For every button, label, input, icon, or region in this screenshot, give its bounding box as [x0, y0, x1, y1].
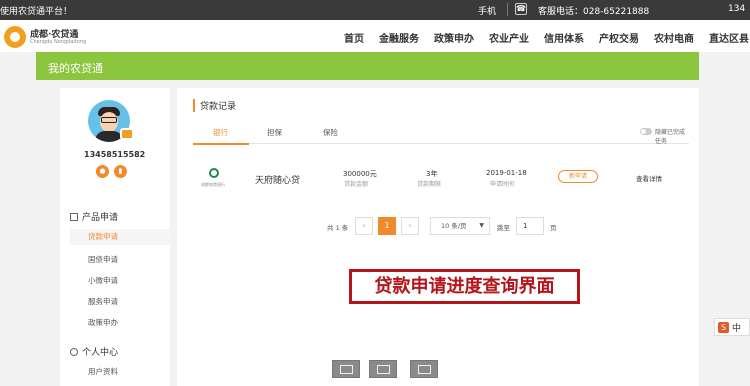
sidebar-item-bond-apply[interactable]: 国债申请 [88, 254, 118, 265]
top-bar: 使用农贷通平台！ 手机 ☎ 客服电话：028-65221888 134 [0, 0, 750, 20]
sidebar-item-policy-apply[interactable]: 政策申办 [88, 317, 118, 328]
active-tab-indicator [193, 143, 249, 145]
frame-icon [340, 365, 353, 374]
apply-date-label: 申请时间 [490, 181, 515, 188]
menu-group-personal: 个人中心 [70, 345, 118, 358]
user-account[interactable]: 134 [728, 4, 745, 14]
menu-group-label: 产品申请 [82, 213, 119, 223]
loan-amount-label: 贷款金额 [344, 181, 369, 188]
sidebar-item-service-apply[interactable]: 服务申请 [88, 296, 118, 307]
table-row: 成都农商银行 天府随心贷 300000元 贷款金额 3年 贷款期限 2019-0… [193, 158, 689, 198]
list-icon [70, 213, 78, 221]
hide-completed-toggle[interactable] [640, 128, 652, 135]
tab-bank[interactable]: 银行 [213, 127, 228, 138]
toggle-label: 隐藏已完成任务 [655, 129, 686, 145]
view-detail-link[interactable]: 查看详情 [636, 173, 662, 183]
logo-icon[interactable] [4, 26, 26, 48]
banner-title: 我的农贷通 [48, 62, 103, 75]
product-name: 天府随心贷 [255, 176, 301, 186]
nav-item-industry[interactable]: 农业产业 [489, 30, 529, 45]
main-panel: 贷款记录 银行 担保 保险 隐藏已完成任务 成都农商银行 天府随心贷 30000… [177, 88, 699, 386]
divider [507, 3, 508, 16]
nav-item-policy[interactable]: 政策申办 [434, 30, 474, 45]
record-tabs: 银行 担保 保险 隐藏已完成任务 [193, 124, 689, 145]
ime-toolbar[interactable]: S 中 [714, 318, 750, 336]
sidebar-item-user-profile[interactable]: 用户资料 [88, 366, 118, 377]
bank-name: 成都农商银行 [201, 182, 225, 187]
sidebar: 13458515582 ● ▮ 产品申请 贷款申请 国债申请 小微申请 服务申请… [60, 88, 170, 386]
user-phone: 13458515582 [84, 150, 146, 159]
caption-banner: 贷款申请进度查询界面 [349, 269, 580, 304]
apply-date: 2019-01-18 [486, 169, 527, 177]
menu-group-label: 个人中心 [82, 348, 119, 358]
viewer-fit-button[interactable] [369, 360, 397, 378]
tab-insurance[interactable]: 保险 [323, 127, 338, 138]
page-size-value: 10 条/页 [441, 222, 467, 230]
panel-title: 贷款记录 [193, 99, 236, 112]
nav-item-home[interactable]: 首页 [344, 30, 364, 45]
loan-amount: 300000元 [343, 170, 377, 178]
prev-page-button[interactable]: ‹ [355, 217, 373, 235]
page-unit-label: 页 [550, 224, 557, 232]
avatar-body [95, 131, 123, 142]
total-count: 共 1 条 [327, 224, 349, 232]
status-badge: 新申请 [558, 170, 598, 183]
sidebar-item-micro-apply[interactable]: 小微申请 [88, 275, 118, 286]
hotline-text: 客服电话：028-65221888 [538, 7, 650, 17]
main-nav: 首页 金融服务 政策申办 农业产业 信用体系 产权交易 农村电商 直达区县 [344, 30, 750, 45]
camera-icon[interactable] [120, 128, 134, 140]
nav-item-property[interactable]: 产权交易 [599, 30, 639, 45]
menu-group-products: 产品申请 [70, 210, 118, 223]
viewer-prev-button[interactable] [332, 360, 360, 378]
viewer-export-button[interactable] [410, 360, 438, 378]
user-icon [70, 348, 78, 356]
loan-term-label: 贷款期限 [417, 181, 442, 188]
page-size-select[interactable]: 10 条/页 ▼ [430, 217, 490, 235]
fit-screen-icon [377, 365, 390, 374]
nav-item-credit[interactable]: 信用体系 [544, 30, 584, 45]
sidebar-item-loan-apply[interactable]: 贷款申请 [70, 229, 170, 245]
chevron-down-icon: ▼ [479, 222, 484, 229]
ime-logo-icon: S [718, 322, 729, 333]
mobile-link[interactable]: 手机 [478, 4, 496, 17]
tab-guarantee[interactable]: 担保 [267, 127, 282, 138]
avatar-glasses [101, 117, 117, 123]
page-banner: 我的农贷通 [36, 52, 699, 80]
profile-icon[interactable]: ● [96, 165, 109, 178]
page-button-current[interactable]: 1 [378, 217, 396, 235]
nav-item-ecommerce[interactable]: 农村电商 [654, 30, 694, 45]
export-icon [418, 365, 431, 374]
document-icon[interactable]: ▮ [114, 165, 127, 178]
phone-icon: ☎ [515, 3, 527, 15]
goto-page-input[interactable]: 1 [516, 217, 544, 235]
nav-item-county[interactable]: 直达区县 [709, 30, 749, 45]
next-page-button[interactable]: › [401, 217, 419, 235]
logo-subtitle: Chengdu Nongdaitong [30, 39, 87, 45]
loan-term: 3年 [426, 170, 438, 178]
nav-item-finance[interactable]: 金融服务 [379, 30, 419, 45]
welcome-text: 使用农贷通平台！ [0, 7, 73, 17]
header: 成都·农贷通 Chengdu Nongdaitong 首页 金融服务 政策申办 … [0, 20, 750, 52]
bank-logo-icon [209, 168, 219, 178]
ime-lang[interactable]: 中 [732, 321, 741, 334]
goto-label: 跳至 [497, 224, 510, 232]
